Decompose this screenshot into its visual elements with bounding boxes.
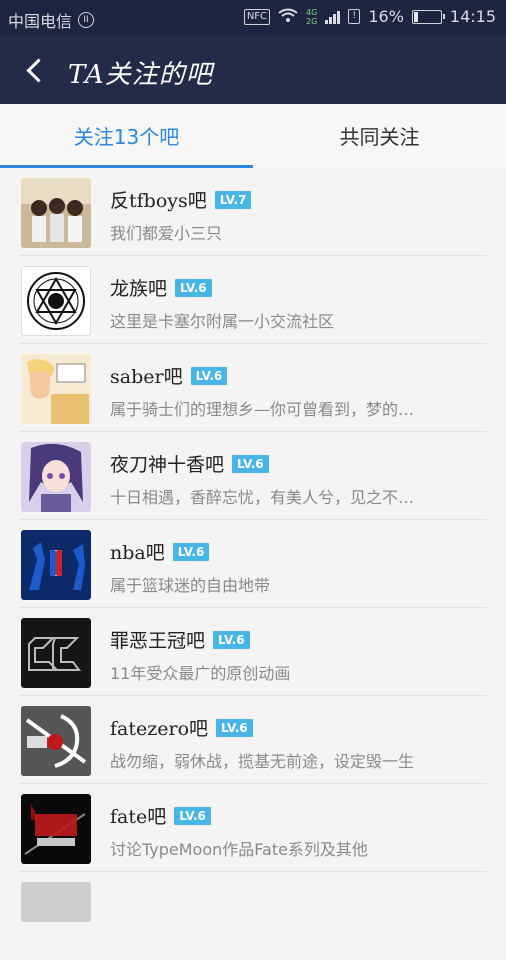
back-arrow-icon[interactable]: [22, 52, 52, 88]
network-type-indicator: 4G 2G: [306, 7, 318, 26]
list-item[interactable]: 反tfboys吧 LV.7 我们都爱小三只: [0, 168, 506, 256]
forum-avatar: [21, 266, 91, 336]
level-badge: LV.6: [232, 454, 269, 473]
level-badge: LV.6: [216, 718, 253, 737]
carrier-label: 中国电信: [8, 12, 73, 31]
list-item[interactable]: saber吧 LV.6 属于骑士们的理想乡—你可曾看到，梦的…: [0, 344, 506, 432]
forum-name: saber吧: [110, 366, 183, 388]
level-badge: LV.7: [214, 190, 252, 209]
forum-name: nba吧: [110, 542, 165, 564]
forum-avatar: [21, 178, 91, 248]
sim-icon: !: [348, 9, 361, 24]
list-item[interactable]: 罪恶王冠吧 LV.6 11年受众最广的原创动画: [0, 608, 506, 696]
forum-avatar: [21, 882, 91, 922]
tab-label: 共同关注: [339, 125, 420, 149]
wifi-icon: [278, 7, 298, 26]
forum-description: 十日相遇，香醉忘忧，有美人兮，见之不…: [110, 488, 415, 507]
signal-icon: [325, 10, 341, 24]
forum-avatar: [21, 442, 91, 512]
forum-list: 反tfboys吧 LV.7 我们都爱小三只 龙族吧 LV.6 这里是卡塞尔附属一…: [0, 168, 506, 922]
page-title: TA关注的吧: [68, 60, 213, 90]
forum-name: fate吧: [110, 806, 167, 828]
level-badge: LV.6: [172, 542, 210, 561]
tab-bar: 关注13个吧 共同关注: [0, 104, 506, 169]
tab-common-follows[interactable]: 共同关注: [253, 104, 506, 168]
list-item[interactable]: fate吧 LV.6 讨论TypeMoon作品Fate系列及其他: [0, 784, 506, 872]
list-item[interactable]: 夜刀神十香吧 LV.6 十日相遇，香醉忘忧，有美人兮，见之不…: [0, 432, 506, 520]
level-badge: LV.6: [175, 278, 212, 297]
forum-description: 这里是卡塞尔附属一小交流社区: [110, 312, 335, 331]
forum-description: 战勿缩，弱休战，揽基无前途，设定毁一生: [110, 752, 415, 771]
forum-name: 龙族吧: [110, 278, 168, 300]
level-badge: LV.6: [174, 806, 211, 825]
tab-followed-forums[interactable]: 关注13个吧: [0, 104, 253, 169]
forum-name: 夜刀神十香吧: [110, 454, 225, 476]
forum-avatar: [21, 618, 91, 688]
battery-icon: [411, 9, 445, 24]
forum-avatar: [21, 530, 91, 600]
battery-percent: 16%: [368, 7, 404, 26]
list-item[interactable]: nba吧 LV.6 属于篮球迷的自由地带: [0, 520, 506, 608]
forum-avatar: [21, 794, 91, 864]
list-item[interactable]: 龙族吧 LV.6 这里是卡塞尔附属一小交流社区: [0, 256, 506, 344]
forum-description: 11年受众最广的原创动画: [110, 664, 291, 683]
forum-description: 属于篮球迷的自由地带: [110, 576, 271, 595]
clock: 14:15: [449, 7, 496, 26]
pause-icon: II: [78, 12, 95, 28]
forum-avatar: [21, 706, 91, 776]
nfc-icon: NFC: [243, 8, 271, 25]
status-bar: 中国电信 II NFC 4G 2G ! 16% 14:15: [0, 0, 506, 36]
level-badge: LV.6: [213, 630, 250, 649]
forum-description: 我们都爱小三只: [110, 224, 223, 243]
list-item[interactable]: fatezero吧 LV.6 战勿缩，弱休战，揽基无前途，设定毁一生: [0, 696, 506, 784]
forum-name: 反tfboys吧: [110, 190, 207, 212]
forum-name: 罪恶王冠吧: [110, 630, 206, 652]
forum-description: 属于骑士们的理想乡—你可曾看到，梦的…: [110, 400, 415, 419]
list-item[interactable]: [0, 872, 506, 960]
forum-description: 讨论TypeMoon作品Fate系列及其他: [110, 840, 368, 859]
forum-avatar: [21, 354, 91, 424]
forum-name: fatezero吧: [110, 718, 209, 740]
header-bar: TA关注的吧: [0, 36, 506, 104]
tab-label: 关注13个吧: [73, 125, 180, 149]
level-badge: LV.6: [190, 366, 228, 385]
